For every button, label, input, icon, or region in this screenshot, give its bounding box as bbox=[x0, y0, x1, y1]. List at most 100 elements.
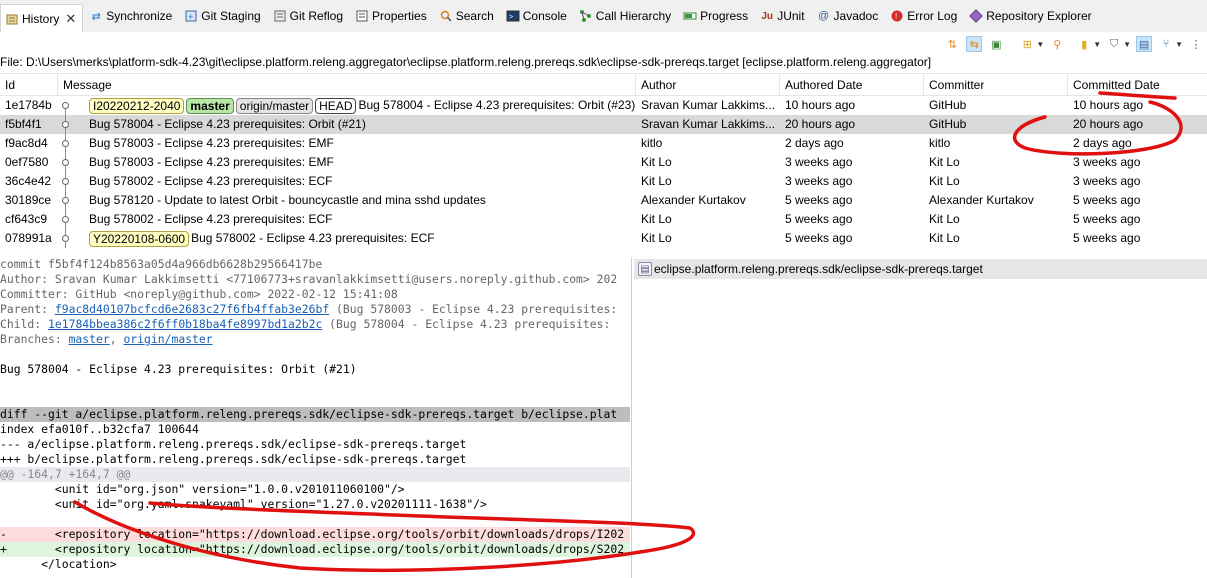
commit-message: Bug 578004 - Eclipse 4.23 prerequisites:… bbox=[0, 362, 357, 376]
tab-progress[interactable]: Progress bbox=[679, 4, 754, 28]
table-row[interactable]: f9ac8d4 Bug 578003 - Eclipse 4.23 prerequ… bbox=[0, 134, 1207, 153]
commit-id: 078991a bbox=[5, 231, 52, 245]
filter-icon[interactable]: ⊞ bbox=[1019, 36, 1035, 52]
commit-message: Bug 578004 - Eclipse 4.23 prerequisites:… bbox=[89, 117, 366, 131]
chevron-down-icon[interactable]: ▼ bbox=[1175, 40, 1183, 49]
head-badge[interactable]: HEAD bbox=[315, 97, 357, 114]
commit-graph bbox=[58, 153, 86, 172]
error-log-icon: ! bbox=[890, 9, 904, 23]
column-header-committed-date[interactable]: Committed Date bbox=[1068, 74, 1207, 96]
table-row[interactable]: 36c4e42 Bug 578002 - Eclipse 4.23 prerequ… bbox=[0, 172, 1207, 191]
commit-graph bbox=[58, 191, 86, 210]
changed-file-item[interactable]: ▤ eclipse.platform.releng.prereqs.sdk/ec… bbox=[634, 259, 1207, 279]
commit-node-icon bbox=[62, 197, 69, 204]
find-icon[interactable]: ⚲ bbox=[1049, 36, 1065, 52]
close-icon[interactable]: ✕ bbox=[65, 11, 76, 27]
committer-line: Committer: GitHub <noreply@github.com> 2… bbox=[0, 287, 398, 301]
tag-icon[interactable]: ▮ bbox=[1076, 36, 1092, 52]
commit-authored-date: 2 days ago bbox=[785, 136, 844, 150]
tab-console[interactable]: > Console bbox=[502, 4, 573, 28]
tag-badge[interactable]: Y20220108-0600 bbox=[89, 230, 190, 247]
table-row[interactable]: 0ef7580 Bug 578003 - Eclipse 4.23 prerequ… bbox=[0, 153, 1207, 172]
svg-text:+: + bbox=[188, 12, 193, 22]
tab-junit[interactable]: Ju JUnit bbox=[756, 4, 810, 28]
pane-splitter[interactable] bbox=[631, 257, 632, 578]
tab-label: Javadoc bbox=[833, 9, 879, 23]
column-header-author[interactable]: Author bbox=[636, 73, 780, 96]
progress-icon bbox=[683, 9, 697, 23]
commit-authored-date: 3 weeks ago bbox=[785, 155, 853, 169]
chevron-down-icon[interactable]: ▼ bbox=[1123, 40, 1131, 49]
layout-icon[interactable]: ▤ bbox=[1136, 36, 1153, 52]
tab-git-staging[interactable]: + Git Staging bbox=[180, 4, 266, 28]
link-with-selection-icon[interactable]: ⇆ bbox=[966, 36, 983, 52]
commit-author: Kit Lo bbox=[641, 231, 672, 245]
parent-link[interactable]: f9ac8d40107bcfcd6e2683c27f6fb4ffab3e26bf bbox=[55, 302, 329, 316]
commit-committed-date: 3 weeks ago bbox=[1073, 155, 1141, 169]
tab-synchronize[interactable]: ⇄ Synchronize bbox=[85, 4, 178, 28]
branch-badge[interactable]: master bbox=[186, 97, 234, 114]
branch-link-origin-master[interactable]: origin/master bbox=[123, 332, 212, 346]
diff-header: diff --git a/eclipse.platform.releng.pre… bbox=[0, 407, 630, 422]
table-row[interactable]: f5bf4f1 Bug 578004 - Eclipse 4.23 prerequ… bbox=[0, 115, 1207, 134]
javadoc-icon: @ bbox=[817, 10, 830, 22]
commit-id: cf643c9 bbox=[5, 212, 48, 226]
commit-author: Sravan Kumar Lakkims... bbox=[641, 98, 776, 112]
table-row[interactable]: cf643c9 Bug 578002 - Eclipse 4.23 prerequ… bbox=[0, 210, 1207, 229]
table-row[interactable]: 30189ce Bug 578120 - Update to latest Orb… bbox=[0, 191, 1207, 210]
chevron-down-icon[interactable]: ▼ bbox=[1093, 40, 1101, 49]
commit-node-icon bbox=[62, 159, 69, 166]
commit-author: Kit Lo bbox=[641, 155, 672, 169]
tab-label: History bbox=[22, 11, 60, 26]
table-row[interactable]: 1e1784b I20220212-2040 master origin/master… bbox=[0, 96, 1207, 115]
changed-file-path: eclipse.platform.releng.prereqs.sdk/ecli… bbox=[654, 262, 983, 276]
table-header: Id Message Author Authored Date Committe… bbox=[0, 73, 1207, 96]
tab-search[interactable]: Search bbox=[435, 4, 500, 28]
chevron-down-icon[interactable]: ▼ bbox=[1036, 40, 1044, 49]
column-header-committer[interactable]: Committer bbox=[924, 73, 1068, 96]
commit-committed-date: 20 hours ago bbox=[1073, 117, 1144, 131]
commit-id: 30189ce bbox=[5, 193, 52, 207]
commit-message: Bug 578002 - Eclipse 4.23 prerequisites:… bbox=[89, 212, 333, 226]
commit-message-cell: Bug 578120 - Update to latest Orbit - bo… bbox=[86, 191, 636, 210]
table-row[interactable]: 078991a Y20220108-0600 Bug 578002 - Eclips… bbox=[0, 229, 1207, 248]
commit-message: Bug 578002 - Eclipse 4.23 prerequisites:… bbox=[89, 174, 333, 188]
commit-id: f9ac8d4 bbox=[5, 136, 48, 150]
parent-label: Parent: bbox=[0, 302, 55, 316]
commit-rows: 1e1784b I20220212-2040 master origin/master… bbox=[0, 96, 1207, 248]
tag-badge[interactable]: I20220212-2040 bbox=[89, 97, 185, 114]
branches-line: Branches: master, origin/master bbox=[0, 332, 630, 347]
branch-badge[interactable]: origin/master bbox=[235, 97, 314, 114]
commit-graph bbox=[58, 172, 86, 191]
view-menu-icon[interactable]: ⋮ bbox=[1188, 36, 1204, 52]
filter-list-icon[interactable]: ⛉ bbox=[1106, 36, 1122, 52]
commit-graph bbox=[58, 96, 86, 115]
child-link[interactable]: 1e1784bbea386c2f6ff0b18ba4fe8997bd1a2b2c bbox=[48, 317, 322, 331]
graph-line bbox=[65, 108, 66, 115]
compare-mode-icon[interactable]: ⇅ bbox=[944, 36, 960, 52]
commit-committer: kitlo bbox=[929, 136, 951, 150]
view-tab-bar: History ✕ ⇄ Synchronize + Git Staging Gi… bbox=[0, 0, 1207, 32]
tab-call-hierarchy[interactable]: Call Hierarchy bbox=[575, 4, 677, 28]
branch-icon[interactable]: ⑂ bbox=[1158, 36, 1174, 52]
commit-committer: Kit Lo bbox=[929, 231, 960, 245]
tab-repository-explorer[interactable]: Repository Explorer bbox=[965, 4, 1097, 28]
commit-hash-line: commit f5bf4f124b8563a05d4a966db6628b295… bbox=[0, 257, 323, 271]
show-in-editor-icon[interactable]: ▣ bbox=[988, 36, 1004, 52]
commit-authored-date: 20 hours ago bbox=[785, 117, 856, 131]
commit-id: 1e1784b bbox=[5, 98, 52, 112]
history-toolbar: ⇅ ⇆ ▣ ⊞ ▼ ⚲ ▮ ▼ ⛉ ▼ ▤ ⑂ ▼ ⋮ bbox=[941, 34, 1207, 54]
repository-explorer-icon bbox=[969, 9, 983, 23]
column-header-authored-date[interactable]: Authored Date bbox=[780, 73, 924, 96]
column-header-id[interactable]: Id bbox=[0, 73, 58, 96]
branch-link-master[interactable]: master bbox=[69, 332, 110, 346]
svg-text:>: > bbox=[509, 14, 513, 21]
tab-history[interactable]: History ✕ bbox=[0, 4, 84, 32]
tab-error-log[interactable]: ! Error Log bbox=[886, 4, 963, 28]
tab-git-reflog[interactable]: Git Reflog bbox=[269, 4, 349, 28]
branch-separator: , bbox=[109, 332, 124, 346]
column-header-message[interactable]: Message bbox=[58, 73, 636, 96]
tab-javadoc[interactable]: @ Javadoc bbox=[813, 4, 885, 28]
tab-properties[interactable]: Properties bbox=[351, 4, 433, 28]
